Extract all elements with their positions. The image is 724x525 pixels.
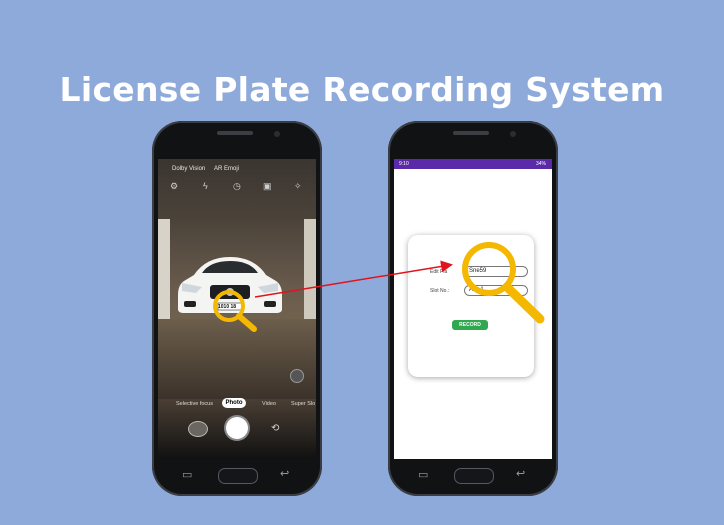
magnifier-icon bbox=[213, 290, 257, 332]
back-icon[interactable]: ↩ bbox=[516, 467, 525, 480]
recent-apps-icon[interactable]: ▭ bbox=[182, 468, 192, 481]
mode-super-slo[interactable]: Super Slo bbox=[291, 401, 315, 407]
mode-video[interactable]: Video bbox=[262, 401, 276, 407]
home-button[interactable] bbox=[454, 468, 494, 484]
right-phone: 9:10 34% Edit Pla Sne59 Slot No.: A-1-1 … bbox=[388, 121, 558, 496]
magnifier-icon bbox=[462, 242, 545, 324]
back-icon[interactable]: ↩ bbox=[280, 467, 289, 480]
mode-selective-focus[interactable]: Selective focus bbox=[176, 401, 213, 407]
home-button[interactable] bbox=[218, 468, 258, 484]
switch-camera-icon[interactable]: ⟲ bbox=[271, 423, 279, 434]
shutter-button[interactable] bbox=[226, 417, 248, 439]
page-title: License Plate Recording System bbox=[59, 70, 665, 109]
zoom-dot[interactable] bbox=[290, 369, 304, 383]
camera-screen: Dolby Vision AR Emoji ⚙ ϟ ◷ ▣ ✧ 1010 18 bbox=[158, 159, 316, 459]
recent-apps-icon[interactable]: ▭ bbox=[418, 468, 428, 481]
gallery-thumbnail[interactable] bbox=[188, 421, 208, 437]
left-phone: Dolby Vision AR Emoji ⚙ ϟ ◷ ▣ ✧ 1010 18 bbox=[152, 121, 322, 496]
recording-app-screen: 9:10 34% Edit Pla Sne59 Slot No.: A-1-1 … bbox=[394, 159, 552, 459]
mode-photo[interactable]: Photo bbox=[222, 398, 246, 408]
